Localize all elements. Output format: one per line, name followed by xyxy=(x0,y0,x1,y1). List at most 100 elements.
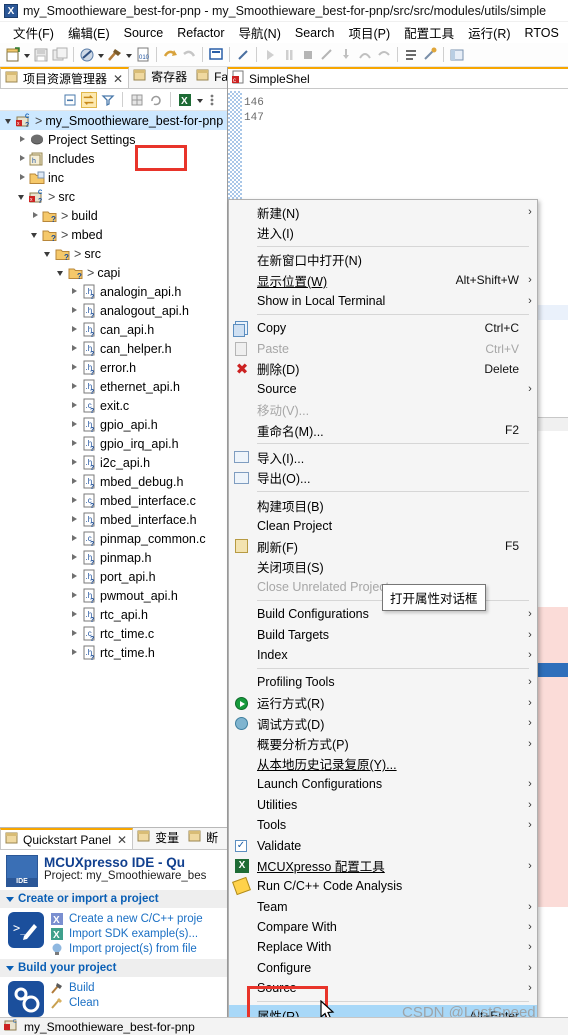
mcuxpresso-icon[interactable]: X xyxy=(177,92,193,108)
hammer-icon[interactable] xyxy=(106,46,124,64)
step-into-icon[interactable] xyxy=(337,46,355,64)
chevron-right-icon[interactable] xyxy=(69,514,80,525)
chevron-right-icon[interactable] xyxy=(69,609,80,620)
chevron-right-icon[interactable] xyxy=(30,210,41,221)
instruction-stepping-icon[interactable] xyxy=(402,46,420,64)
context-menu-item[interactable]: 导出(O)... xyxy=(229,468,537,488)
quickstart-section-header[interactable]: Create or import a project xyxy=(0,889,227,908)
tree-item[interactable]: Project Settings xyxy=(0,130,227,149)
build-dropdown-icon[interactable] xyxy=(97,46,105,64)
tree-item[interactable]: .c? rtc_time.c xyxy=(0,624,227,643)
chevron-right-icon[interactable] xyxy=(17,172,28,183)
chevron-right-icon[interactable] xyxy=(69,438,80,449)
project-tree[interactable]: xC?>my_Smoothieware_best-for-pnp <Debug>… xyxy=(0,111,227,827)
chevron-right-icon[interactable] xyxy=(69,457,80,468)
context-menu-item[interactable]: Copy Ctrl+C xyxy=(229,318,537,338)
tree-item[interactable]: .h? can_helper.h xyxy=(0,339,227,358)
context-menu-item[interactable]: 显示位置(W) Alt+Shift+W › xyxy=(229,270,537,290)
chevron-right-icon[interactable] xyxy=(69,286,80,297)
editor-tab-simpleshell[interactable]: c SimpleShel xyxy=(228,67,568,89)
quickstart-link[interactable]: X Create a new C/C++ proje xyxy=(50,912,203,926)
context-menu-item[interactable]: ✓ Validate xyxy=(229,835,537,855)
tree-item[interactable]: .h? analogin_api.h xyxy=(0,282,227,301)
chevron-right-icon[interactable] xyxy=(17,153,28,164)
pin-icon[interactable] xyxy=(234,46,252,64)
save-icon[interactable] xyxy=(32,46,50,64)
tree-item[interactable]: .h? pwmout_api.h xyxy=(0,586,227,605)
quickstart-section-header[interactable]: Build your project xyxy=(0,958,227,977)
view-menu-icon[interactable] xyxy=(207,92,223,108)
quickstart-link[interactable]: Clean xyxy=(50,996,99,1010)
context-menu-item[interactable]: Show in Local Terminal › xyxy=(229,291,537,311)
hammer-dropdown-icon[interactable] xyxy=(125,46,133,64)
tree-item[interactable]: .h? rtc_api.h xyxy=(0,605,227,624)
quickstart-tab-0[interactable]: Quickstart Panel ✕ xyxy=(0,828,134,849)
chevron-down-icon[interactable] xyxy=(30,229,41,240)
chevron-right-icon[interactable] xyxy=(69,647,80,658)
context-menu-item[interactable]: 调试方式(D) › xyxy=(229,713,537,733)
redo-icon[interactable] xyxy=(180,46,198,64)
tree-item[interactable]: .h? ethernet_api.h xyxy=(0,377,227,396)
binary-file-icon[interactable]: 010 xyxy=(134,46,152,64)
chevron-right-icon[interactable] xyxy=(69,419,80,430)
chevron-right-icon[interactable] xyxy=(69,476,80,487)
menubar-item-2[interactable]: Source xyxy=(117,24,171,42)
step-over-icon[interactable] xyxy=(356,46,374,64)
chevron-down-icon[interactable] xyxy=(17,191,28,202)
close-icon[interactable]: ✕ xyxy=(111,72,123,86)
tree-item[interactable]: .c? pinmap_common.c xyxy=(0,529,227,548)
chevron-right-icon[interactable] xyxy=(69,571,80,582)
chevron-down-icon[interactable] xyxy=(56,267,67,278)
tree-item[interactable]: ? > build xyxy=(0,206,227,225)
context-menu-item[interactable]: 构建项目(B) xyxy=(229,495,537,515)
console-icon[interactable] xyxy=(207,46,225,64)
chevron-right-icon[interactable] xyxy=(69,533,80,544)
chevron-right-icon[interactable] xyxy=(17,134,28,145)
tree-item[interactable]: .h? gpio_api.h xyxy=(0,415,227,434)
menubar-item-4[interactable]: 导航(N) xyxy=(232,22,288,43)
quickstart-link[interactable]: Build xyxy=(50,981,99,995)
menubar-item-7[interactable]: 配置工具 xyxy=(397,22,461,43)
chevron-right-icon[interactable] xyxy=(69,628,80,639)
context-menu-item[interactable]: Configure › xyxy=(229,958,537,978)
menubar-item-3[interactable]: Refactor xyxy=(170,24,231,42)
chevron-right-icon[interactable] xyxy=(69,495,80,506)
tree-item[interactable]: .c? exit.c xyxy=(0,396,227,415)
tree-item[interactable]: .h? i2c_api.h xyxy=(0,453,227,472)
menubar-item-1[interactable]: 编辑(E) xyxy=(61,22,117,43)
build-config-icon[interactable] xyxy=(421,46,439,64)
quickstart-link[interactable]: X Import SDK example(s)... xyxy=(50,927,203,941)
new-file-dropdown-icon[interactable] xyxy=(23,46,31,64)
tree-item[interactable]: .h? mbed_interface.h xyxy=(0,510,227,529)
tree-item[interactable]: ? > mbed xyxy=(0,225,227,244)
chevron-down-icon[interactable] xyxy=(196,91,204,109)
context-menu-item[interactable]: 从本地历史记录复原(Y)... xyxy=(229,754,537,774)
quickstart-tab-2[interactable]: 断 xyxy=(184,828,223,849)
explorer-tab-2[interactable]: Faults xyxy=(192,67,227,88)
quickstart-tab-1[interactable]: 变量 xyxy=(133,828,184,849)
tree-item[interactable]: .h? analogout_api.h xyxy=(0,301,227,320)
tree-item[interactable]: .h? can_api.h xyxy=(0,320,227,339)
chevron-right-icon[interactable] xyxy=(69,324,80,335)
chevron-right-icon[interactable] xyxy=(69,590,80,601)
context-menu-item[interactable]: 进入(I) xyxy=(229,222,537,242)
chevron-right-icon[interactable] xyxy=(69,343,80,354)
context-menu-item[interactable]: Compare With › xyxy=(229,917,537,937)
disconnect-icon[interactable] xyxy=(318,46,336,64)
context-menu-item[interactable]: Index › xyxy=(229,645,537,665)
context-menu-item[interactable]: Team › xyxy=(229,897,537,917)
context-menu-item[interactable]: 刷新(F) F5 xyxy=(229,536,537,556)
chevron-right-icon[interactable] xyxy=(69,362,80,373)
menubar-item-9[interactable]: RTOS xyxy=(518,24,566,42)
tree-item[interactable]: ? > capi xyxy=(0,263,227,282)
context-menu-item[interactable]: Run C/C++ Code Analysis xyxy=(229,876,537,896)
filter-icon[interactable] xyxy=(100,92,116,108)
tree-item[interactable]: h Includes xyxy=(0,149,227,168)
context-menu-item[interactable]: 运行方式(R) › xyxy=(229,693,537,713)
chevron-right-icon[interactable] xyxy=(69,552,80,563)
context-menu-item[interactable]: 新建(N) › xyxy=(229,202,537,222)
chevron-right-icon[interactable] xyxy=(69,381,80,392)
tree-item[interactable]: .h? mbed_debug.h xyxy=(0,472,227,491)
terminate-icon[interactable] xyxy=(299,46,317,64)
context-menu-item[interactable]: Source › xyxy=(229,978,537,998)
